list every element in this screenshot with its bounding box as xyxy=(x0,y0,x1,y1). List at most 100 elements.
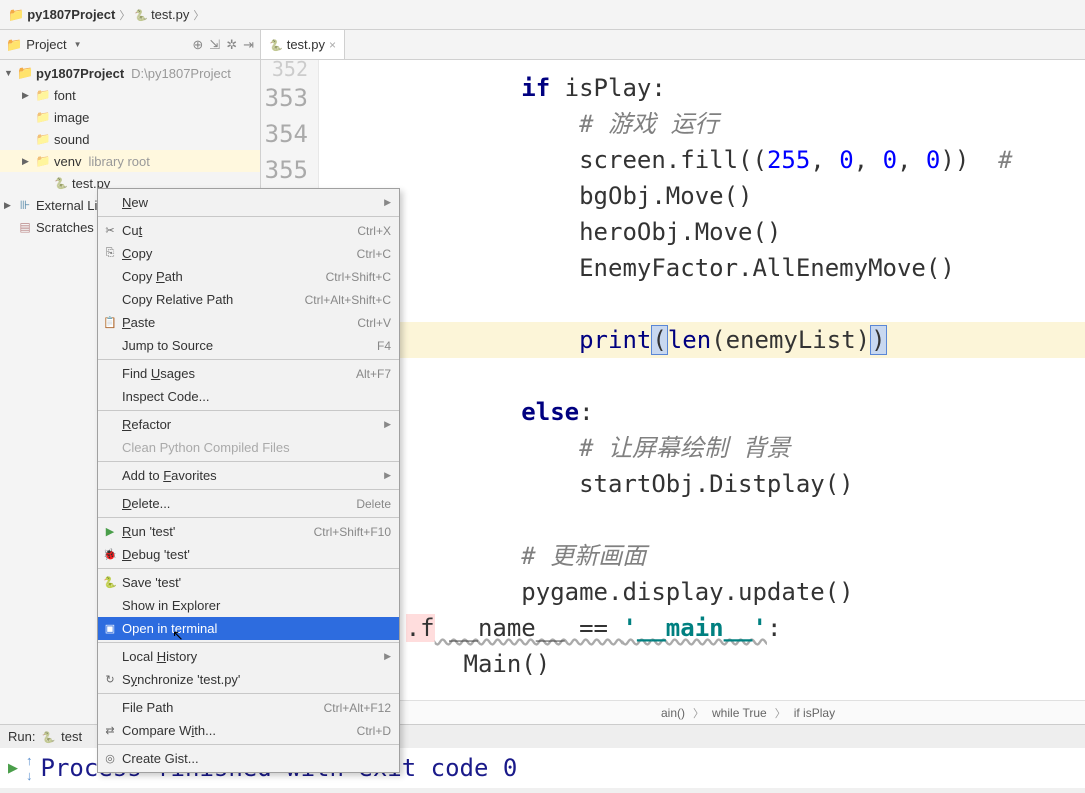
menu-separator xyxy=(98,744,399,745)
breadcrumb-bar: py1807Project 〉 test.py 〉 xyxy=(0,0,1085,30)
tree-item-image[interactable]: image xyxy=(0,106,260,128)
tree-root-name: py1807Project xyxy=(36,66,124,81)
submenu-arrow-icon: ▶ xyxy=(384,651,391,662)
menu-item-label: Run 'test' xyxy=(122,524,310,539)
menu-icon: ▶ xyxy=(102,525,118,538)
settings-icon[interactable]: ✲ xyxy=(226,37,237,53)
menu-item-debug-test[interactable]: 🐞Debug 'test' xyxy=(98,543,399,566)
tree-item-venv[interactable]: ▶ venv library root xyxy=(0,150,260,172)
menu-item-clean-python-compiled-files: Clean Python Compiled Files xyxy=(98,436,399,459)
menu-item-add-to-favorites[interactable]: Add to Favorites ▶ xyxy=(98,464,399,487)
menu-item-delete[interactable]: Delete...Delete xyxy=(98,492,399,515)
menu-item-label: Add to Favorites xyxy=(122,468,380,483)
tree-item-label: font xyxy=(54,88,76,103)
breadcrumb-project-label: py1807Project xyxy=(27,7,115,22)
menu-item-local-history[interactable]: Local History▶ xyxy=(98,645,399,668)
breadcrumb-project[interactable]: py1807Project xyxy=(8,7,115,23)
menu-separator xyxy=(98,216,399,217)
menu-item-create-gist[interactable]: ◎ Create Gist... xyxy=(98,747,399,770)
menu-icon: ✂ xyxy=(102,224,118,237)
menu-shortcut: Ctrl+Shift+F10 xyxy=(314,525,391,539)
project-panel-header: Project ▼ ⊕ ⇲ ✲ ⇥ xyxy=(0,30,260,60)
menu-item-cut[interactable]: ✂CutCtrl+X xyxy=(98,219,399,242)
menu-item-label: Compare With... xyxy=(122,723,353,738)
menu-item-label: Find Usages xyxy=(122,366,352,381)
tree-item-sound[interactable]: sound xyxy=(0,128,260,150)
menu-icon: ▣ xyxy=(102,622,118,635)
menu-item-label: File Path xyxy=(122,700,320,715)
line-number: 353 xyxy=(261,80,308,116)
menu-item-label: Copy Relative Path xyxy=(122,292,301,307)
rerun-icon[interactable]: ▶ xyxy=(8,760,18,776)
menu-icon: ↻ xyxy=(102,673,118,686)
menu-icon: ◎ xyxy=(102,752,118,765)
dropdown-icon[interactable]: ▼ xyxy=(74,40,82,49)
menu-item-label: Copy xyxy=(122,246,353,261)
menu-separator xyxy=(98,410,399,411)
menu-item-jump-to-source[interactable]: Jump to SourceF4 xyxy=(98,334,399,357)
menu-item-copy[interactable]: ⎘CopyCtrl+C xyxy=(98,242,399,265)
menu-item-file-path[interactable]: File PathCtrl+Alt+F12 xyxy=(98,696,399,719)
menu-item-label: Cut xyxy=(122,223,353,238)
menu-item-find-usages[interactable]: Find Usages Alt+F7 xyxy=(98,362,399,385)
menu-item-label: Delete... xyxy=(122,496,352,511)
line-number: 355 xyxy=(261,152,308,188)
submenu-arrow-icon: ▶ xyxy=(384,197,391,208)
menu-shortcut: Ctrl+Shift+C xyxy=(326,270,391,284)
code-crumb[interactable]: ain() xyxy=(661,706,685,720)
menu-item-label: Create Gist... xyxy=(122,751,391,766)
down-icon[interactable]: ↓ xyxy=(26,768,33,783)
tree-item-label: image xyxy=(54,110,89,125)
editor-tab-testpy[interactable]: test.py × xyxy=(261,30,345,59)
menu-shortcut: Ctrl+C xyxy=(357,247,391,261)
tree-root[interactable]: ▼ py1807Project D:\py1807Project xyxy=(0,62,260,84)
menu-separator xyxy=(98,642,399,643)
python-file-icon xyxy=(269,37,283,52)
line-number: 352 xyxy=(261,60,308,80)
menu-item-inspect-code[interactable]: Inspect Code... xyxy=(98,385,399,408)
menu-item-label: Inspect Code... xyxy=(122,389,391,404)
menu-item-run-test[interactable]: ▶ Run 'test' Ctrl+Shift+F10 xyxy=(98,520,399,543)
menu-separator xyxy=(98,461,399,462)
menu-item-copy-path[interactable]: Copy PathCtrl+Shift+C xyxy=(98,265,399,288)
menu-item-synchronize-test-py[interactable]: ↻ Synchronize 'test.py' xyxy=(98,668,399,691)
up-icon[interactable]: ↑ xyxy=(26,753,33,768)
menu-icon: 📋 xyxy=(102,316,118,329)
project-view-icon xyxy=(6,37,22,53)
menu-item-copy-relative-path[interactable]: Copy Relative Path Ctrl+Alt+Shift+C xyxy=(98,288,399,311)
menu-item-show-in-explorer[interactable]: Show in Explorer xyxy=(98,594,399,617)
close-tab-icon[interactable]: × xyxy=(329,38,336,52)
context-menu[interactable]: New▶✂CutCtrl+X⎘CopyCtrl+CCopy PathCtrl+S… xyxy=(97,188,400,773)
menu-separator xyxy=(98,359,399,360)
menu-item-open-in-terminal[interactable]: ▣Open in terminal xyxy=(98,617,399,640)
code-crumb[interactable]: if isPlay xyxy=(794,706,835,720)
menu-item-label: Debug 'test' xyxy=(122,547,391,562)
menu-icon: 🐍 xyxy=(102,576,118,589)
hide-icon[interactable]: ⇥ xyxy=(243,37,254,53)
menu-shortcut: Ctrl+D xyxy=(357,724,391,738)
menu-item-new[interactable]: New ▶ xyxy=(98,191,399,214)
menu-icon: ⇄ xyxy=(102,724,118,737)
menu-item-label: New xyxy=(122,195,380,210)
submenu-arrow-icon: ▶ xyxy=(384,470,391,481)
collapse-icon[interactable]: ⇲ xyxy=(209,37,220,53)
locate-icon[interactable]: ⊕ xyxy=(192,37,203,53)
project-view-title[interactable]: Project xyxy=(26,37,66,52)
menu-shortcut: Ctrl+Alt+Shift+C xyxy=(305,293,391,307)
tree-item-note: library root xyxy=(88,154,149,169)
editor-tab-bar: test.py × xyxy=(261,30,1085,60)
tree-item-font[interactable]: ▶ font xyxy=(0,84,260,106)
tree-item-label: sound xyxy=(54,132,89,147)
menu-item-save-test[interactable]: 🐍Save 'test' xyxy=(98,571,399,594)
menu-item-label: Synchronize 'test.py' xyxy=(122,672,391,687)
code-crumb[interactable]: while True xyxy=(712,706,767,720)
menu-shortcut: Alt+F7 xyxy=(356,367,391,381)
menu-item-paste[interactable]: 📋PasteCtrl+V xyxy=(98,311,399,334)
code-content[interactable]: if isPlay: # 游戏 运行 screen.fill((255, 0, … xyxy=(319,60,1085,700)
menu-item-label: Refactor xyxy=(122,417,380,432)
menu-item-compare-with[interactable]: ⇄ Compare With... Ctrl+D xyxy=(98,719,399,742)
python-icon xyxy=(41,729,55,744)
menu-item-refactor[interactable]: Refactor▶ xyxy=(98,413,399,436)
run-config-name[interactable]: test xyxy=(61,729,82,744)
breadcrumb-file[interactable]: test.py xyxy=(134,7,189,22)
